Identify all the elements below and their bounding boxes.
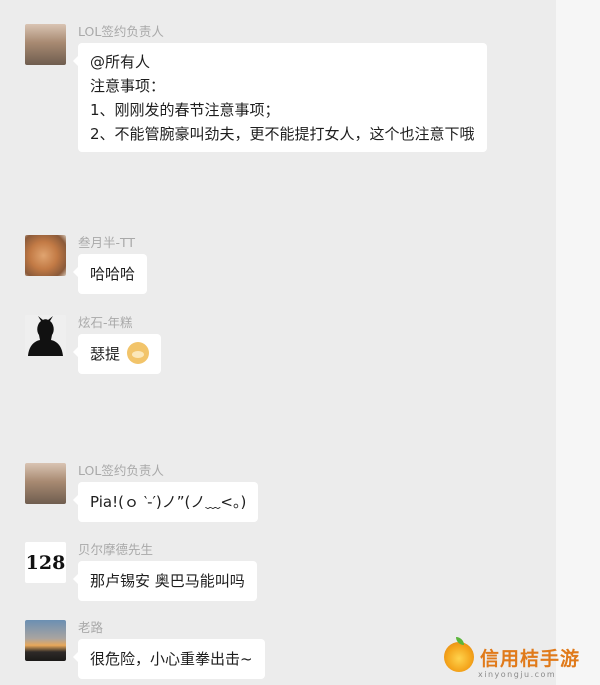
watermark: 信用桔手游 xinyongju.com <box>444 637 600 685</box>
avatar[interactable] <box>25 620 66 661</box>
sender-name: 贝尔摩德先生 <box>78 542 154 557</box>
sender-name: 叁月半-TT <box>78 235 136 250</box>
watermark-url: xinyongju.com <box>478 670 557 679</box>
message-line: @所有人 <box>90 53 151 71</box>
message-bubble[interactable]: 很危险，小心重拳出击~ <box>73 639 265 679</box>
message-bubble[interactable]: @所有人 注意事项： 1、刚刚发的春节注意事项； 2、不能管腕豪叫劲夫，更不能提… <box>73 43 487 152</box>
avatar[interactable] <box>25 463 66 504</box>
sender-name: LOL签约负责人 <box>78 463 164 478</box>
message-text: 那卢锡安 奥巴马能叫吗 <box>90 572 245 590</box>
message-bubble[interactable]: 瑟提 <box>73 334 161 374</box>
avatar[interactable] <box>25 24 66 65</box>
sender-name: 炫石-年糕 <box>78 315 133 330</box>
message-line: 注意事项： <box>90 77 166 95</box>
message-text: 很危险，小心重拳出击~ <box>90 650 253 668</box>
message-text: 哈哈哈 <box>90 265 136 283</box>
message-line: 1、刚刚发的春节注意事项； <box>90 101 280 119</box>
message-text: Pia!(ｏ ‵-′)ノ”(ノ﹏<。) <box>90 493 247 511</box>
orange-logo-icon <box>444 637 474 672</box>
doge-emoji-icon <box>126 342 149 364</box>
avatar[interactable]: 128 <box>25 542 66 583</box>
sender-name: LOL签约负责人 <box>78 24 164 39</box>
chat-scroll-area <box>556 0 600 685</box>
watermark-name: 信用桔手游 <box>480 648 581 670</box>
message-text: 瑟提 <box>90 345 121 363</box>
avatar[interactable] <box>25 235 66 276</box>
message-bubble[interactable]: Pia!(ｏ ‵-′)ノ”(ノ﹏<。) <box>72 482 259 522</box>
message-bubble[interactable]: 哈哈哈 <box>72 254 148 294</box>
sender-name: 老路 <box>78 620 104 635</box>
avatar-text: 128 <box>25 551 66 574</box>
message-bubble[interactable]: 那卢锡安 奥巴马能叫吗 <box>73 561 257 601</box>
message-line: 2、不能管腕豪叫劲夫，更不能提打女人，这个也注意下哦 <box>90 125 475 143</box>
avatar[interactable] <box>25 315 66 356</box>
